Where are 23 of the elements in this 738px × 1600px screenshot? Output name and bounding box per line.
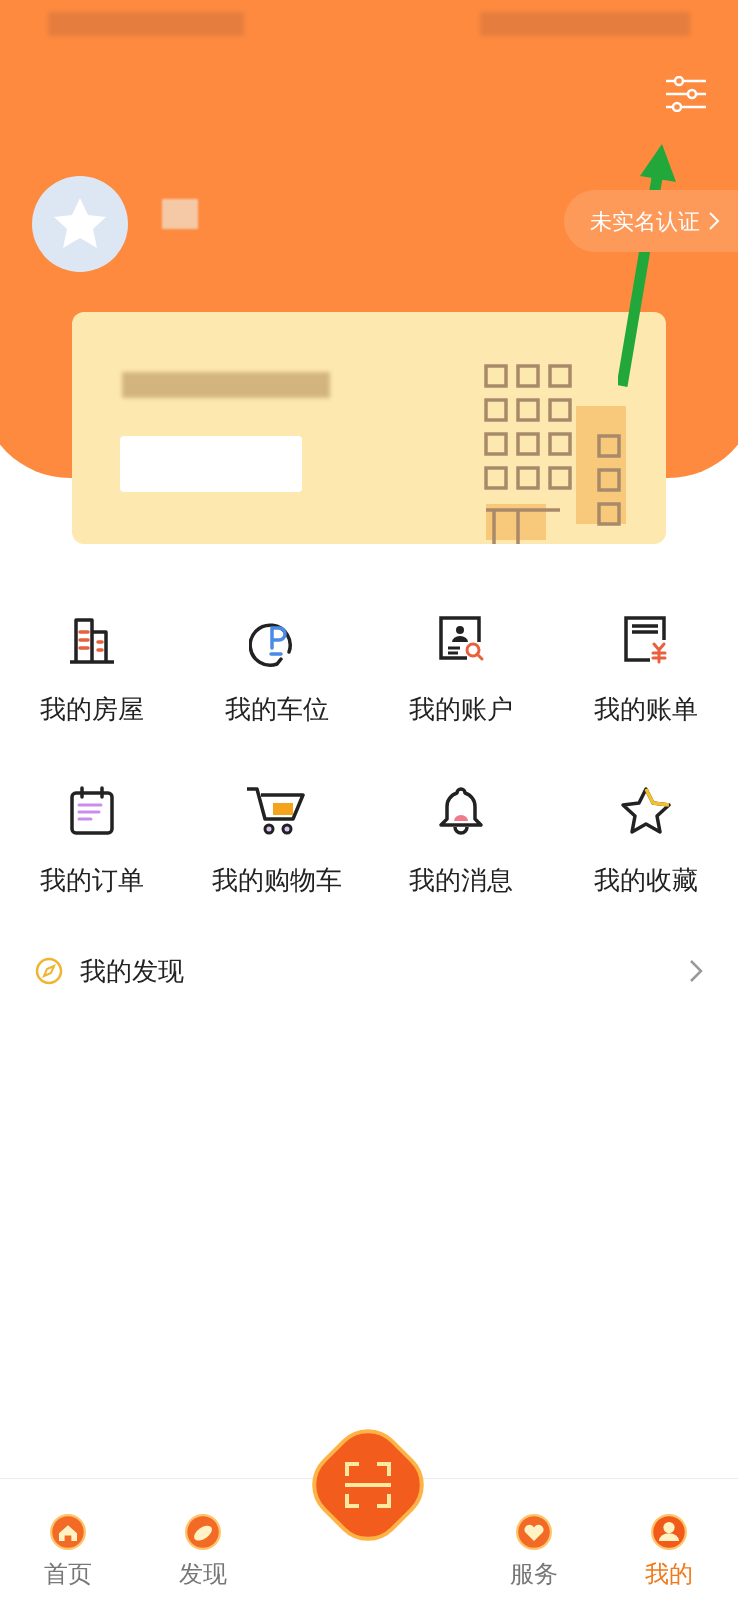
compass-icon xyxy=(34,956,64,986)
tab-icon xyxy=(650,1514,687,1550)
scan-icon xyxy=(343,1460,393,1510)
tab-icon xyxy=(49,1514,86,1550)
service-item[interactable]: 我的账户 xyxy=(369,608,554,729)
tab-item[interactable]: 首页 xyxy=(0,1514,135,1592)
tab-item[interactable]: 发现 xyxy=(135,1514,270,1592)
settings-button[interactable] xyxy=(664,74,708,114)
service-item[interactable]: 我的消息 xyxy=(369,779,554,900)
service-item[interactable]: 我的账单 xyxy=(553,608,738,729)
service-item[interactable]: 我的车位 xyxy=(184,608,369,729)
chevron-right-icon xyxy=(688,958,704,984)
tab-item[interactable]: 服务 xyxy=(466,1514,601,1592)
service-item[interactable]: 我的收藏 xyxy=(553,779,738,900)
discover-row[interactable]: 我的发现 xyxy=(34,946,704,996)
tab-icon xyxy=(515,1514,552,1550)
settings-icon xyxy=(664,76,708,112)
service-item[interactable]: 我的订单 xyxy=(0,779,185,900)
service-item[interactable]: 我的房屋 xyxy=(0,608,185,729)
redacted-block xyxy=(162,199,198,229)
tab-icon xyxy=(184,1514,221,1550)
service-item[interactable]: 我的购物车 xyxy=(184,779,369,900)
chevron-right-icon xyxy=(708,211,720,231)
